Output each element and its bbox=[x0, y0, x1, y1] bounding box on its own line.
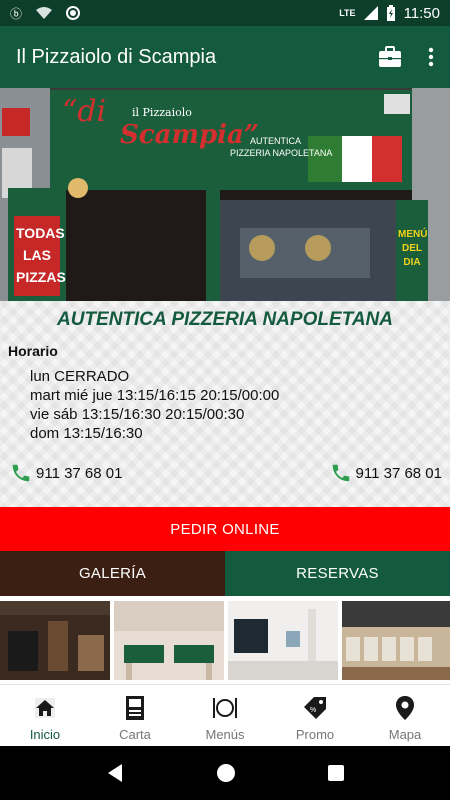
recents-icon[interactable] bbox=[328, 765, 344, 781]
hours-line: lun CERRADO bbox=[30, 368, 130, 385]
app-bar: Il Pizzaiolo di Scampia bbox=[0, 26, 450, 88]
battery-icon bbox=[386, 5, 395, 21]
gallery-thumbnail[interactable] bbox=[342, 601, 450, 680]
status-bar: ⓑ LTE 11:50 bbox=[0, 0, 450, 26]
hours-list: lun CERRADO mart mié jue 13:15/16:15 20:… bbox=[30, 367, 279, 443]
clock: 11:50 bbox=[403, 4, 440, 22]
gallery-thumbnail[interactable] bbox=[114, 601, 224, 680]
banner-line: PIZZAS bbox=[16, 269, 66, 285]
nav-label: Mapa bbox=[388, 727, 422, 742]
signal-icon bbox=[363, 6, 378, 20]
phone-number: 911 37 68 01 bbox=[355, 464, 442, 482]
sign-il-pizzaiolo: il Pizzaiolo bbox=[132, 106, 192, 119]
status-left: ⓑ bbox=[10, 5, 81, 22]
notification-icon: ⓑ bbox=[10, 6, 23, 21]
menu-board-line: DEL bbox=[402, 243, 422, 254]
info-section: AUTENTICA PIZZERIA NAPOLETANA Horario lu… bbox=[0, 301, 450, 507]
phone-link-right[interactable]: 911 37 68 01 bbox=[330, 462, 442, 484]
order-online-button[interactable]: PEDIR ONLINE bbox=[0, 507, 450, 551]
menu-board-line: DIA bbox=[403, 257, 421, 268]
nav-item-mapa[interactable]: Mapa bbox=[360, 685, 450, 746]
sign-scampia: Scampia” bbox=[120, 120, 259, 150]
home-circle-icon[interactable] bbox=[216, 763, 236, 783]
reservations-tab[interactable]: RESERVAS bbox=[225, 551, 450, 596]
svg-text:%: % bbox=[310, 707, 316, 714]
nav-label: Menús bbox=[205, 727, 245, 742]
nav-item-inicio[interactable]: Inicio bbox=[0, 685, 90, 746]
bottom-navigation: Inicio Carta Menús % Promo Mapa bbox=[0, 684, 450, 746]
app-title: Il Pizzaiolo di Scampia bbox=[16, 45, 217, 68]
hours-line: mart mié jue 13:15/16:15 20:15/00:00 bbox=[30, 387, 280, 404]
sign-di: “di bbox=[62, 94, 107, 129]
back-icon[interactable] bbox=[106, 763, 124, 783]
nav-item-carta[interactable]: Carta bbox=[90, 685, 180, 746]
cutlery-icon bbox=[211, 695, 239, 721]
record-icon bbox=[66, 6, 81, 20]
network-type: LTE bbox=[339, 8, 356, 18]
menu-board-text: MENÚ DEL DIA bbox=[398, 228, 428, 270]
phone-icon bbox=[332, 464, 349, 482]
banner-line: LAS bbox=[23, 247, 51, 263]
storefront-photo: il Pizzaiolo “di Scampia” AUTENTICA PIZZ… bbox=[0, 88, 450, 301]
hours-line: dom 13:15/16:30 bbox=[30, 425, 143, 442]
gallery-thumbnail[interactable] bbox=[228, 601, 338, 680]
phone-number: 911 37 68 01 bbox=[36, 464, 123, 482]
sign-autentica: AUTENTICA bbox=[250, 136, 302, 146]
promo-tag-icon: % bbox=[302, 695, 328, 721]
more-options-icon[interactable] bbox=[428, 47, 434, 67]
app-root: ⓑ LTE 11:50 Il Pizzaiolo di Scampia il P… bbox=[0, 0, 450, 800]
hours-label: Horario bbox=[8, 343, 58, 359]
nav-item-promo[interactable]: % Promo bbox=[270, 685, 360, 746]
nav-label: Inicio bbox=[29, 727, 61, 742]
section-tabs: GALERÍA RESERVAS bbox=[0, 551, 450, 596]
gallery-tab[interactable]: GALERÍA bbox=[0, 551, 225, 596]
sign-pizzeria: PIZZERIA NAPOLETANA bbox=[230, 148, 333, 158]
phone-link-left[interactable]: 911 37 68 01 bbox=[10, 462, 122, 484]
nav-label: Carta bbox=[119, 727, 151, 742]
home-icon bbox=[33, 695, 57, 721]
system-navigation-bar bbox=[0, 746, 450, 800]
tagline: AUTENTICA PIZZERIA NAPOLETANA bbox=[56, 309, 393, 330]
nav-label: Promo bbox=[295, 727, 335, 742]
phone-icon bbox=[12, 464, 30, 482]
nav-item-menus[interactable]: Menús bbox=[180, 685, 270, 746]
menu-board-line: MENÚ bbox=[398, 229, 428, 240]
gallery-strip bbox=[0, 601, 450, 680]
briefcase-icon[interactable] bbox=[378, 46, 402, 68]
app-bar-actions bbox=[378, 46, 434, 68]
gallery-thumbnail[interactable] bbox=[0, 601, 110, 680]
banner-line: TODAS bbox=[16, 225, 65, 241]
map-pin-icon bbox=[395, 695, 415, 721]
menu-card-icon bbox=[124, 695, 146, 721]
banner-text: TODAS LAS PIZZAS bbox=[16, 222, 66, 288]
status-right: LTE 11:50 bbox=[339, 5, 440, 22]
wifi-icon bbox=[36, 7, 53, 19]
hours-line: vie sáb 13:15/16:30 20:15/00:30 bbox=[30, 406, 245, 423]
